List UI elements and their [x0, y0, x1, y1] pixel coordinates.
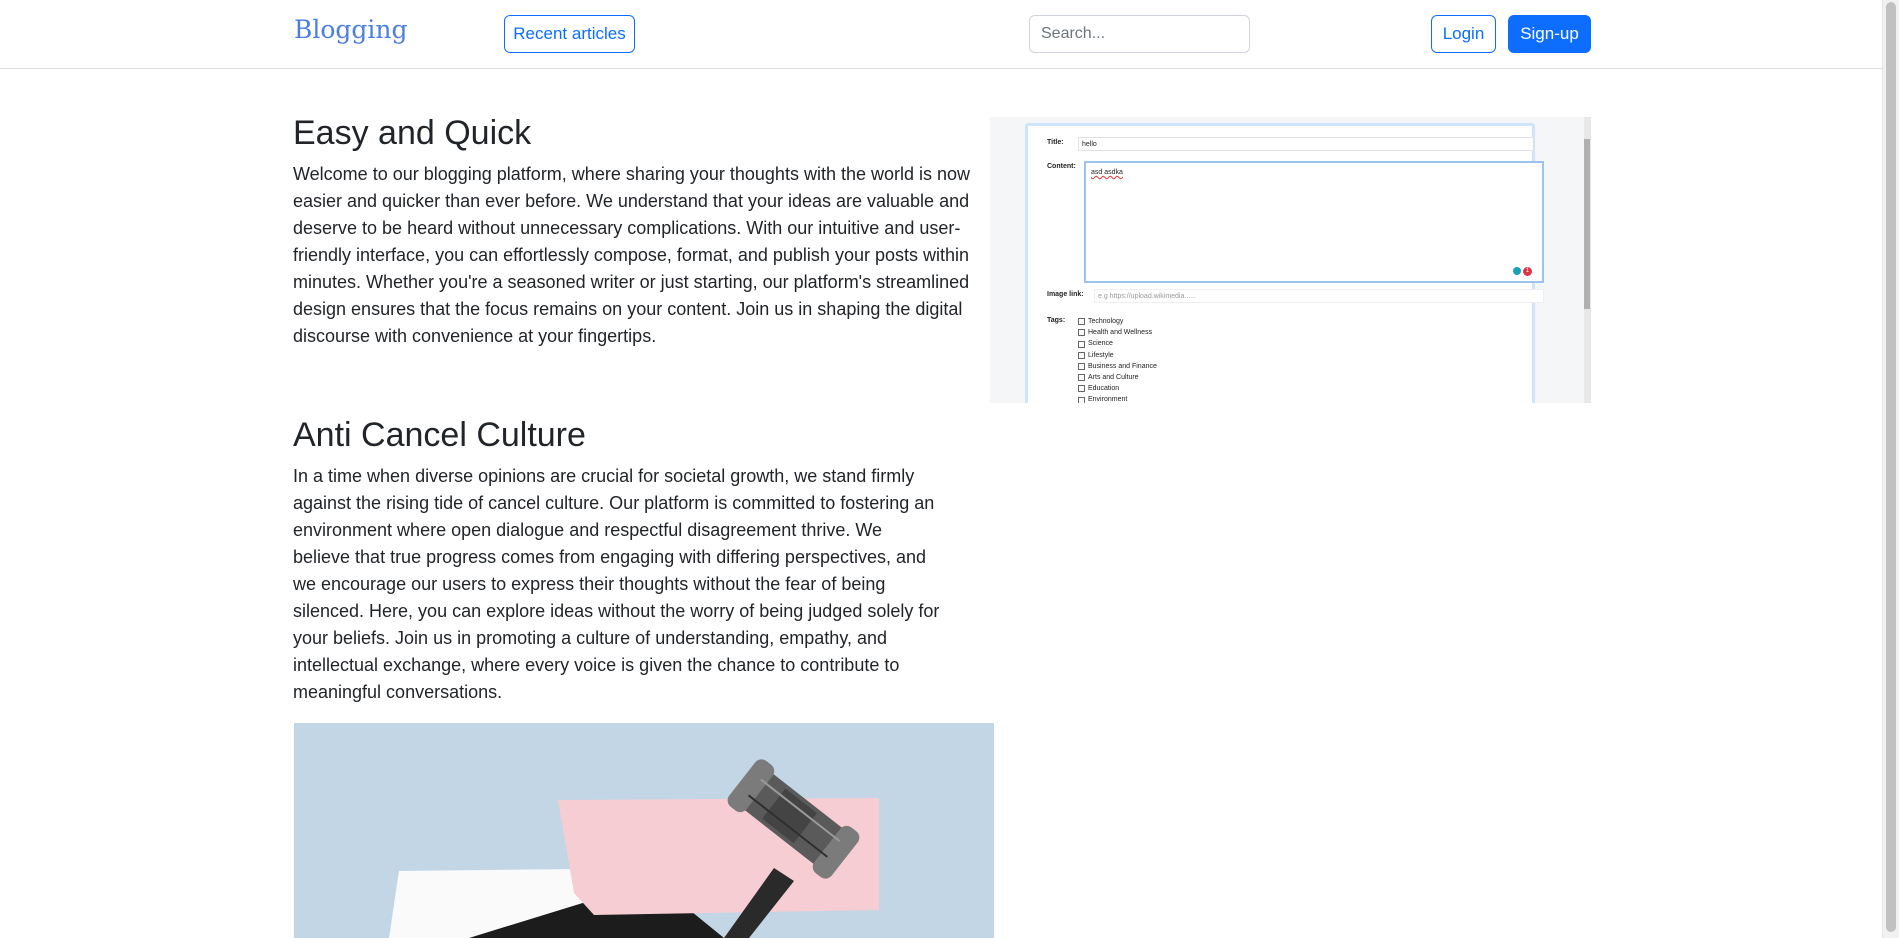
notification-badge: 1: [1523, 267, 1532, 276]
tags-list: Technology Health and Wellness Science L…: [1078, 316, 1157, 403]
tag-item: Science: [1078, 338, 1157, 349]
checkbox-icon: [1078, 318, 1085, 326]
checkbox-icon: [1078, 385, 1085, 393]
section-body-cancel: In a time when diverse opinions are cruc…: [293, 466, 940, 702]
image-link-field: e.g https://upload.wikimedia......: [1094, 289, 1544, 303]
content-field: asd asdka: [1084, 161, 1544, 283]
checkbox-icon: [1078, 362, 1085, 370]
tag-item: Lifestyle: [1078, 350, 1157, 361]
scrollbar-thumb[interactable]: [1886, 2, 1896, 932]
gavel-collage-image: [294, 723, 994, 938]
tag-item: Health and Wellness: [1078, 327, 1157, 338]
recent-articles-button[interactable]: Recent articles: [504, 15, 635, 53]
tags-label: Tags:: [1047, 317, 1066, 324]
navbar: Blogging Recent articles Login Sign-up: [0, 0, 1899, 69]
title-field: hello: [1078, 137, 1534, 151]
tag-item: Environment: [1078, 394, 1157, 403]
title-field-label: Title:: [1047, 139, 1064, 146]
tag-item: Education: [1078, 383, 1157, 394]
image-link-label: Image link:: [1047, 291, 1084, 298]
editor-badges: 1: [1513, 267, 1532, 276]
tag-item: Business and Finance: [1078, 361, 1157, 372]
editor-panel: Title: hello Content: asd asdka 1 Image …: [1025, 123, 1544, 403]
brand-logo[interactable]: Blogging: [294, 15, 408, 44]
login-button[interactable]: Login: [1431, 15, 1496, 53]
image-link-placeholder: e.g https://upload.wikimedia......: [1098, 293, 1197, 300]
checkbox-icon: [1078, 396, 1085, 403]
section-title-cancel: Anti Cancel Culture: [293, 416, 586, 454]
page-scrollbar[interactable]: [1882, 0, 1899, 938]
location-pin-icon: [1513, 267, 1521, 275]
checkbox-icon: [1078, 374, 1085, 382]
content-field-value: asd asdka: [1091, 169, 1123, 176]
checkbox-icon: [1078, 329, 1085, 337]
screenshot-scrollbar: [1584, 117, 1590, 403]
section-title-easy: Easy and Quick: [293, 114, 532, 152]
editor-screenshot-image: Title: hello Content: asd asdka 1 Image …: [990, 117, 1591, 403]
gavel-illustration: [389, 759, 879, 938]
signup-button[interactable]: Sign-up: [1508, 15, 1591, 53]
checkbox-icon: [1078, 340, 1085, 348]
search-input[interactable]: [1029, 15, 1250, 53]
title-field-value: hello: [1082, 141, 1097, 148]
tag-item: Technology: [1078, 316, 1157, 327]
tag-item: Arts and Culture: [1078, 372, 1157, 383]
checkbox-icon: [1078, 351, 1085, 359]
section-body-easy: Welcome to our blogging platform, where …: [293, 164, 971, 346]
content-field-label: Content:: [1047, 163, 1076, 170]
